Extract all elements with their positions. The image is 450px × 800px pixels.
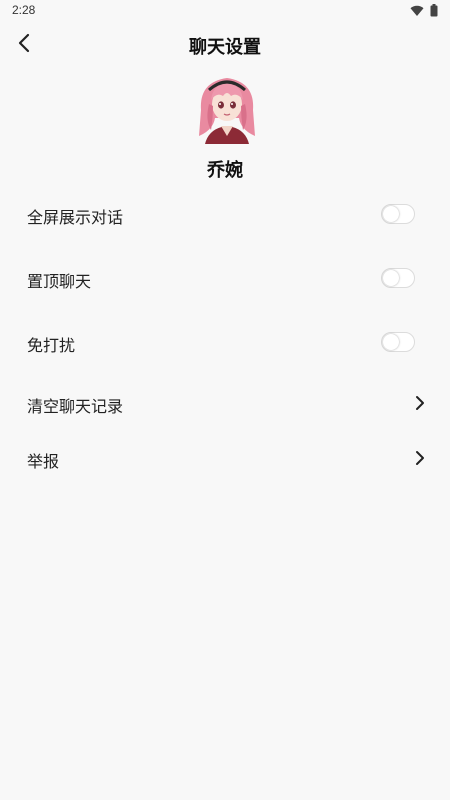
toggle-knob — [383, 270, 399, 286]
settings-row-fullscreen[interactable]: 全屏展示对话 — [0, 194, 450, 234]
fullscreen-toggle[interactable] — [381, 204, 415, 224]
chevron-right-icon — [411, 394, 429, 412]
status-icons — [410, 2, 438, 21]
do-not-disturb-toggle[interactable] — [381, 332, 415, 352]
settings-row-do-not-disturb[interactable]: 免打扰 — [0, 322, 450, 362]
settings-row-report[interactable]: 举报 — [0, 438, 450, 478]
profile-name: 乔婉 — [207, 160, 243, 181]
nav-bar: 聊天设置 — [0, 22, 450, 68]
toggle-knob — [383, 334, 399, 350]
row-label: 免打扰 — [27, 336, 76, 355]
settings-row-clear-history[interactable]: 清空聊天记录 — [0, 383, 450, 423]
settings-row-pin-chat[interactable]: 置顶聊天 — [0, 258, 450, 298]
toggle-knob — [383, 206, 399, 222]
row-label: 置顶聊天 — [27, 272, 92, 291]
row-label: 举报 — [27, 452, 60, 471]
wifi-icon — [410, 2, 424, 21]
pin-chat-toggle[interactable] — [381, 268, 415, 288]
battery-icon — [430, 2, 438, 21]
chevron-right-icon — [411, 449, 429, 467]
avatar[interactable] — [191, 70, 263, 144]
status-bar: 2:28 — [0, 0, 450, 22]
status-time: 2:28 — [12, 3, 36, 17]
row-label: 清空聊天记录 — [27, 397, 124, 416]
row-label: 全屏展示对话 — [27, 208, 124, 227]
page-title: 聊天设置 — [189, 37, 261, 58]
